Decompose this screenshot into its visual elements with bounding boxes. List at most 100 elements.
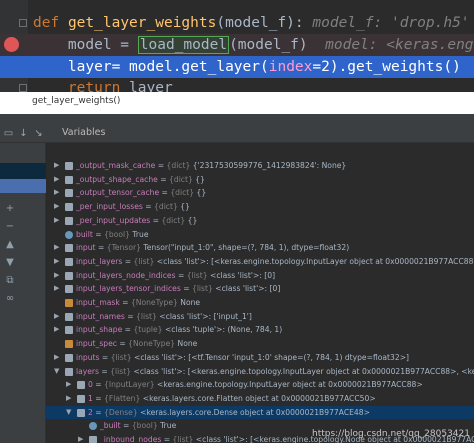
copy-icon[interactable]: ⧉ (4, 275, 16, 287)
variable-value: <keras.engine.topology.InputLayer object… (156, 380, 423, 390)
variable-text: input_layers = {list} <class 'list'>: [<… (76, 255, 474, 269)
expand-arrow-icon[interactable]: ▶ (54, 255, 62, 269)
variable-type-icon (77, 408, 85, 417)
variable-name: input_names (76, 311, 125, 321)
divider (0, 114, 474, 124)
variable-text: built = {bool} True (76, 229, 149, 239)
expand-arrow-icon[interactable]: ▶ (54, 159, 62, 173)
variable-value: {} (187, 215, 198, 225)
variable-row[interactable]: ▶ _output_mask_cache = {dict} {'231753059… (46, 159, 474, 173)
variable-text: _per_input_losses = {dict} {} (76, 202, 190, 212)
expand-arrow-icon[interactable]: ▶ (54, 282, 62, 296)
variable-type-icon (65, 203, 73, 212)
down-arrow-icon[interactable]: ▼ (4, 257, 16, 269)
variable-row[interactable]: built = {bool} True (46, 228, 474, 242)
variable-value: <class 'list'>: [0] (215, 284, 281, 294)
variable-type-icon (65, 244, 73, 253)
expand-arrow-icon[interactable]: ▶ (54, 186, 62, 200)
step-icon[interactable]: ↓ (18, 128, 29, 139)
code-line-return[interactable]: return layer (0, 77, 474, 92)
variable-type: {list} (110, 366, 132, 376)
function-args: (model_f): (216, 15, 304, 31)
expand-arrow-icon[interactable]: ▶ (54, 310, 62, 324)
code-line-current-execution[interactable]: layer= model.get_layer(index=2).get_weig… (0, 56, 474, 78)
breadcrumb[interactable]: get_layer_weights() (0, 92, 474, 114)
variable-text: _output_tensor_cache = {dict} {} (76, 188, 207, 198)
collapse-arrow-icon[interactable]: ▼ (54, 365, 62, 379)
variable-value: {} (195, 174, 205, 184)
variable-type-icon (65, 312, 73, 321)
expand-arrow-icon[interactable]: ▶ (54, 173, 62, 187)
variable-row[interactable]: ▼ layers = {list} <class 'list'>: [<keras… (46, 365, 474, 379)
variable-value: True (132, 229, 149, 239)
code-line-breakpoint[interactable]: model = load_model (model_f) model: <kera… (0, 34, 474, 56)
add-watch-icon[interactable]: + (4, 203, 16, 215)
variable-value: <class 'list'>: [<keras.engine.topology.… (156, 256, 474, 266)
debug-toolbar: ▭ ↓ ↘ Variables (0, 124, 474, 143)
variable-row[interactable]: ▼ 2 = {Dense} <keras.layers.core.Dense ob… (46, 405, 474, 420)
variable-row[interactable]: ▶ _per_input_updates = {dict} {} (46, 214, 474, 228)
variable-value: Tensor("input_1:0", shape=(?, 784, 1), d… (143, 243, 350, 253)
expand-arrow-icon[interactable]: ▶ (78, 433, 86, 443)
collapse-arrow-icon[interactable]: ▼ (66, 406, 74, 420)
variable-value: <class 'list'>: [<keras.engine.topology.… (133, 366, 474, 376)
expand-arrow-icon[interactable]: ▶ (66, 392, 74, 406)
code-line-def[interactable]: def get_layer_weights(model_f): model_f:… (0, 12, 474, 34)
variable-type-icon (65, 285, 73, 294)
variable-row[interactable]: ▶ 0 = {InputLayer} <keras.engine.topology… (46, 378, 474, 392)
breadcrumb-function[interactable]: get_layer_weights() (32, 96, 120, 106)
expand-arrow-icon[interactable]: ▶ (54, 214, 62, 228)
variable-type: {NoneType} (130, 298, 178, 307)
variable-type-icon (65, 367, 73, 376)
inline-value-hint: model_f: 'drop.h5' (312, 15, 470, 31)
variable-value: None (177, 339, 198, 349)
variable-type: {list} (172, 435, 194, 443)
variable-row[interactable]: ▶ 1 = {Flatten} <keras.layers.core.Flatte… (46, 392, 474, 406)
variable-type-icon (65, 353, 73, 362)
variable-text: _per_input_updates = {dict} {} (76, 215, 198, 225)
remove-icon[interactable]: − (4, 221, 16, 233)
variable-type-icon (89, 422, 97, 431)
expand-arrow-icon[interactable]: ▶ (54, 351, 62, 365)
variables-panel-title: Variables (62, 127, 106, 138)
variables-tree[interactable]: ▶ _output_mask_cache = {dict} {'231753059… (46, 143, 474, 443)
variable-row[interactable]: input_mask = {NoneType} None (46, 296, 474, 310)
return-value: layer (120, 80, 173, 92)
expand-arrow-icon[interactable]: ▶ (54, 200, 62, 214)
code-editor[interactable]: def get_layer_weights(model_f): model_f:… (0, 0, 474, 92)
variable-text: input_spec = {NoneType} None (76, 339, 198, 349)
variable-name: input_shape (76, 325, 123, 335)
variable-row[interactable]: ▶ input = {Tensor} Tensor("input_1:0", sh… (46, 241, 474, 255)
expand-arrow-icon[interactable]: ▶ (54, 323, 62, 337)
variable-type: {list} (136, 311, 157, 321)
restore-layout-icon[interactable]: ▭ (3, 128, 14, 139)
variable-row[interactable]: ▶ input_layers = {list} <class 'list'>: [… (46, 255, 474, 269)
frame-item[interactable] (0, 163, 46, 179)
variable-row[interactable]: ▶ input_shape = {tuple} <class 'tuple'>: … (46, 323, 474, 337)
variable-type-icon (77, 394, 85, 403)
variable-row[interactable]: ▶ _output_shape_cache = {dict} {} (46, 173, 474, 187)
expand-arrow-icon[interactable]: ▶ (66, 378, 74, 392)
variable-type-icon (65, 271, 73, 280)
breakpoint-icon[interactable] (4, 37, 19, 52)
variable-row[interactable]: ▶ inputs = {list} <class 'list'>: [<tf.Te… (46, 351, 474, 365)
variable-name: input_layers_node_indices (76, 270, 176, 280)
variable-type: {bool} (131, 421, 158, 431)
frames-panel: + − ▲ ▼ ⧉ ∞ (0, 143, 46, 443)
expand-arrow-icon[interactable]: ▶ (54, 269, 62, 283)
frame-item-selected[interactable] (0, 179, 46, 193)
variable-row[interactable]: ▶ input_layers_node_indices = {list} <cla… (46, 269, 474, 283)
variable-row[interactable]: ▶ _per_input_losses = {dict} {} (46, 200, 474, 214)
variable-type: {Dense} (104, 407, 138, 417)
glasses-icon[interactable]: ∞ (4, 293, 16, 305)
step-into-icon[interactable]: ↘ (33, 128, 44, 139)
variable-row[interactable]: ▶ input_names = {list} <class 'list'>: ['… (46, 310, 474, 324)
variable-type-icon (65, 175, 73, 184)
variable-row[interactable]: ▶ input_layers_tensor_indices = {list} <c… (46, 282, 474, 296)
variable-row[interactable]: input_spec = {NoneType} None (46, 337, 474, 351)
variable-name: built (76, 229, 93, 239)
variable-row[interactable]: ▶ _output_tensor_cache = {dict} {} (46, 186, 474, 200)
up-arrow-icon[interactable]: ▲ (4, 239, 16, 251)
variable-type: {dict} (154, 202, 178, 212)
expand-arrow-icon[interactable]: ▶ (54, 241, 62, 255)
